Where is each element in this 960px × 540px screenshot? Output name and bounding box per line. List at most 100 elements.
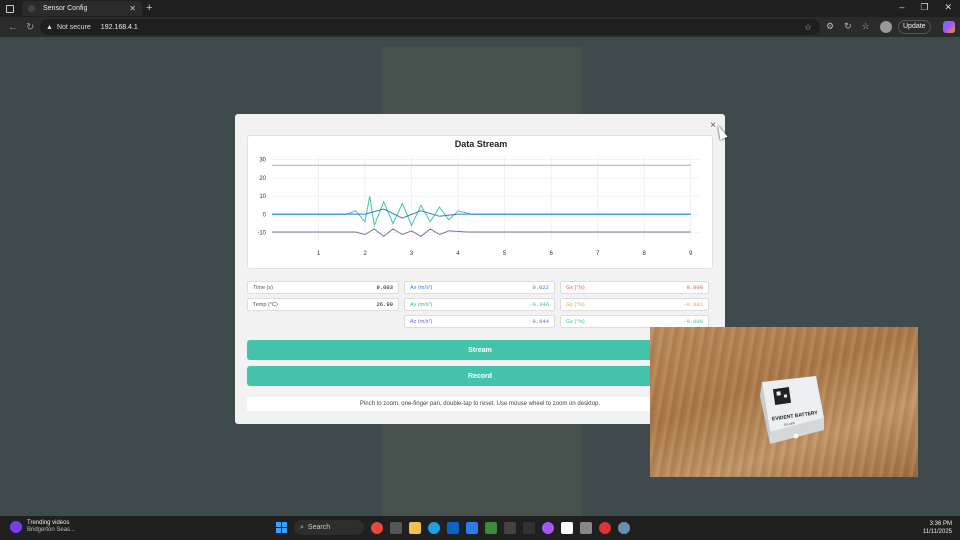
- refresh-icon[interactable]: ↻: [26, 22, 36, 33]
- outlook-icon[interactable]: [447, 521, 459, 534]
- sensor-device-image: EVIDENT BATTERY ON OFF: [760, 376, 824, 444]
- notion-icon[interactable]: [561, 521, 573, 534]
- record-button[interactable]: Record: [247, 366, 713, 386]
- x-tick-label: 8: [643, 251, 647, 257]
- window-controls: – ❐ ✕: [899, 2, 952, 13]
- copilot-icon[interactable]: [943, 21, 955, 33]
- y-tick-label: 10: [259, 194, 266, 200]
- favicon-icon: [28, 5, 35, 12]
- taskbar: Trending videos Bridgerton Seas... ⌕ Sea…: [0, 516, 960, 540]
- series-line: [272, 208, 691, 219]
- ax-label: Ax (m/s²): [410, 284, 433, 291]
- readings-grid: Time (s) 9.003 Temp (°C) 26.90 Ax (m/s²)…: [247, 281, 713, 329]
- x-tick-label: 9: [689, 251, 693, 257]
- data-stream-chart[interactable]: 1 2 3 4 5 6 7 8 9 30 20 10 0 -10: [248, 136, 714, 270]
- x-tick-label: 6: [549, 251, 553, 257]
- y-tick-label: 0: [263, 212, 267, 218]
- clock-date: 11/11/2025: [922, 529, 952, 535]
- chart-panel[interactable]: Data Stream 1 2 3 4 5 6 7 8 9 30 20 10 0 -10: [247, 135, 713, 269]
- terminal-icon[interactable]: [504, 521, 516, 534]
- profile-avatar[interactable]: [879, 21, 892, 33]
- temp-reading: Temp (°C) 26.90: [247, 298, 399, 311]
- zoom-hint: Pinch to zoom, one-finger pan, double-ta…: [247, 397, 713, 411]
- ay-reading: Ay (m/s²) -0.346: [404, 298, 555, 311]
- x-tick-label: 7: [596, 251, 600, 257]
- search-icon: ⌕: [300, 523, 304, 531]
- gy-label: Gy (°/s): [566, 301, 585, 308]
- app-icon-green[interactable]: [485, 521, 497, 534]
- gy-reading: Gy (°/s) -0.001: [560, 298, 709, 311]
- y-tick-label: 20: [259, 176, 266, 182]
- settings-icon[interactable]: [618, 521, 630, 534]
- app-icon-red[interactable]: [599, 521, 611, 534]
- trending-widget[interactable]: Trending videos Bridgerton Seas...: [10, 520, 75, 534]
- time-reading: Time (s) 9.003: [247, 281, 399, 294]
- temp-label: Temp (°C): [253, 301, 278, 308]
- windows-start-icon[interactable]: [276, 522, 287, 533]
- app-icon-dark[interactable]: [523, 521, 535, 534]
- warning-icon[interactable]: ▲: [46, 24, 53, 31]
- x-tick-label: 4: [456, 251, 460, 257]
- tab-bar: Sensor Config ✕ + – ❐ ✕: [0, 0, 960, 17]
- trending-title: Trending videos: [27, 520, 70, 526]
- x-tick-label: 3: [410, 251, 414, 257]
- gx-reading: Gx (°/s) 0.000: [560, 281, 709, 294]
- extension-icon[interactable]: ⚙: [826, 21, 834, 33]
- tab-title: Sensor Config: [43, 5, 88, 12]
- x-tick-label: 2: [363, 251, 367, 257]
- temp-value: 26.90: [376, 301, 393, 308]
- tab-close-icon[interactable]: ✕: [129, 4, 136, 13]
- calculator-icon[interactable]: [580, 521, 592, 534]
- update-button[interactable]: Update: [898, 20, 931, 34]
- trending-icon: [10, 521, 22, 533]
- gz-value: -0.000: [683, 318, 703, 325]
- address-toolbar: ← ↻ ▲ Not secure 192.168.4.1 ☆ ⚙ ↻ ☆ Upd…: [0, 17, 960, 37]
- time-value: 9.003: [376, 284, 393, 291]
- vscode-icon[interactable]: [466, 521, 478, 534]
- system-clock[interactable]: 3:36 PM 11/11/2025: [923, 520, 952, 536]
- task-view-icon[interactable]: [390, 521, 402, 534]
- search-label: Search: [307, 524, 331, 531]
- security-label[interactable]: Not secure: [57, 24, 91, 31]
- az-reading: Az (m/s²) -9.644: [404, 315, 555, 328]
- ay-label: Ay (m/s²): [410, 301, 433, 308]
- extension-icons: ⚙ ↻ ☆: [826, 21, 892, 33]
- tab-sensor-config[interactable]: Sensor Config ✕: [22, 1, 142, 16]
- ax-reading: Ax (m/s²) 0.022: [404, 281, 555, 294]
- gy-value: -0.001: [683, 301, 703, 308]
- ay-value: -0.346: [529, 301, 549, 308]
- ax-value: 0.022: [532, 284, 549, 291]
- clock-time: 3:36 PM: [929, 521, 952, 527]
- series-line: [272, 196, 691, 228]
- az-label: Az (m/s²): [410, 318, 433, 325]
- back-icon[interactable]: ←: [8, 22, 18, 33]
- trending-subtitle: Bridgerton Seas...: [27, 527, 76, 533]
- time-label: Time (s): [253, 284, 273, 291]
- device-photo: EVIDENT BATTERY ON OFF: [650, 327, 918, 477]
- close-window-icon[interactable]: ✕: [944, 2, 952, 13]
- taskbar-search[interactable]: ⌕ Search: [294, 520, 364, 535]
- edge-icon[interactable]: [428, 521, 440, 534]
- taskbar-apps: ⌕ Search: [276, 520, 630, 535]
- favorites-icon[interactable]: ☆: [862, 21, 870, 33]
- gz-label: Gz (°/s): [566, 318, 585, 325]
- file-explorer-icon[interactable]: [409, 521, 421, 534]
- maximize-icon[interactable]: ❐: [920, 2, 928, 13]
- copilot-app-icon[interactable]: [542, 521, 554, 534]
- y-tick-label: -10: [257, 231, 266, 237]
- x-tick-label: 5: [503, 251, 507, 257]
- url-text[interactable]: 192.168.4.1: [101, 24, 138, 31]
- gx-value: 0.000: [686, 284, 703, 291]
- app-icon-1[interactable]: [371, 521, 383, 534]
- az-value: -9.644: [529, 318, 549, 325]
- tab-actions-icon[interactable]: [6, 4, 14, 13]
- address-bar[interactable]: ▲ Not secure 192.168.4.1 ☆: [40, 19, 820, 35]
- y-tick-label: 30: [259, 158, 266, 164]
- x-tick-label: 1: [317, 251, 321, 257]
- refresh-extension-icon[interactable]: ↻: [844, 21, 852, 33]
- favorite-star-icon[interactable]: ☆: [804, 22, 812, 33]
- new-tab-button[interactable]: +: [146, 2, 152, 14]
- minimize-icon[interactable]: –: [899, 2, 904, 13]
- stream-button[interactable]: Stream: [247, 340, 713, 360]
- gx-label: Gx (°/s): [566, 284, 585, 291]
